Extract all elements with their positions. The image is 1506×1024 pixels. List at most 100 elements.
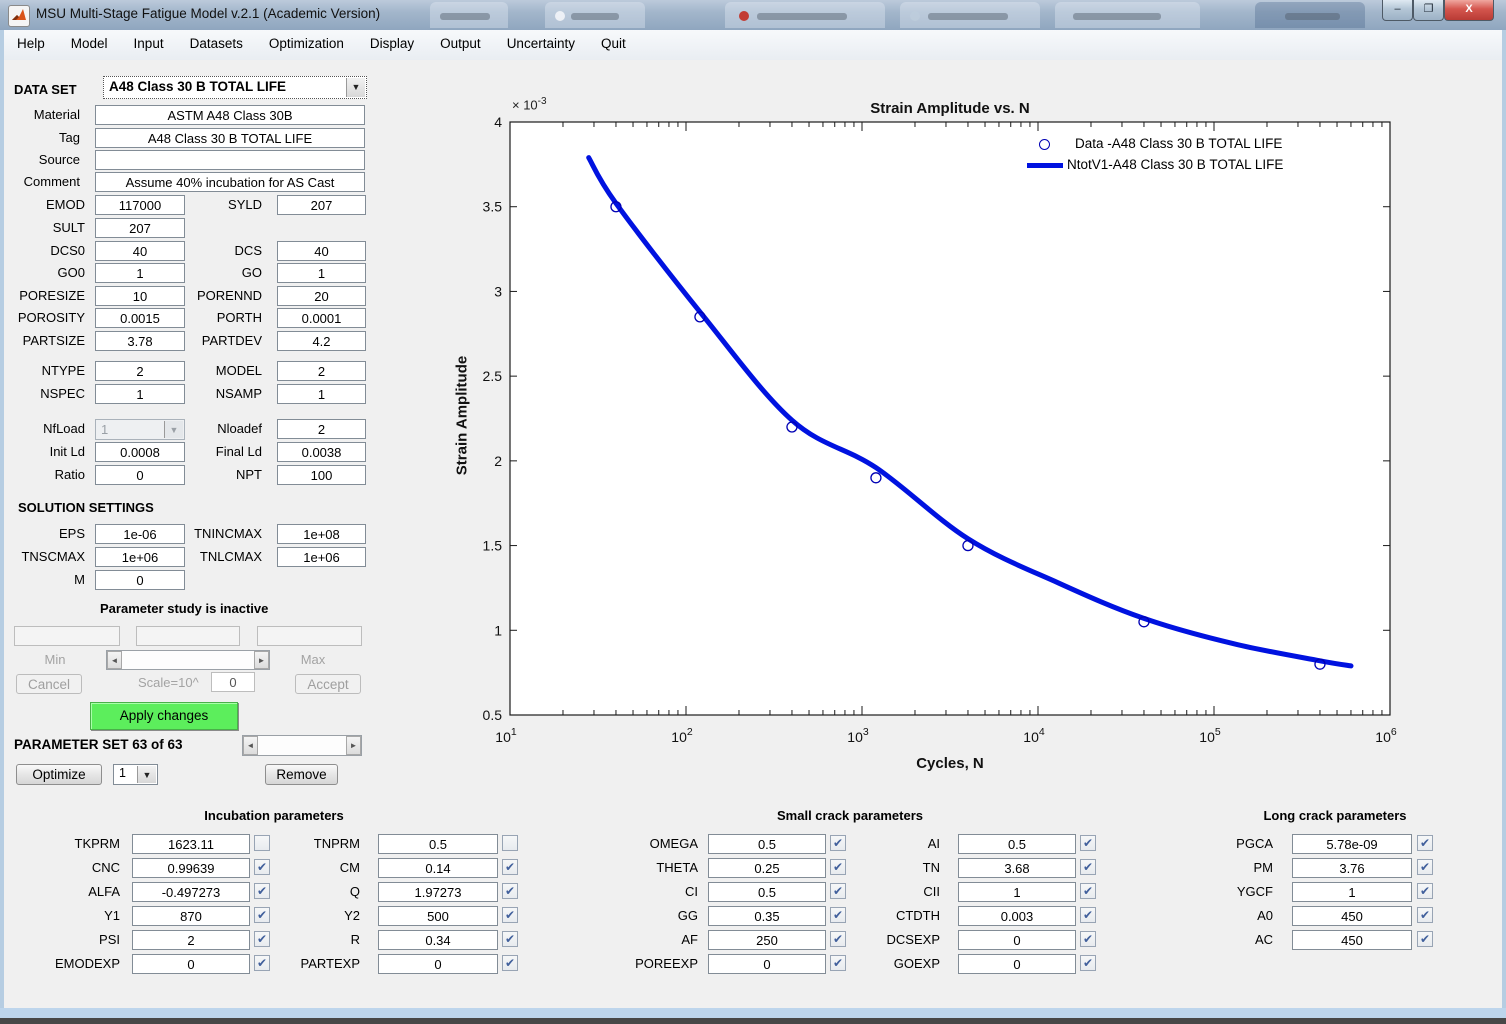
accept-button[interactable]: Accept [295, 674, 361, 694]
param-field-r[interactable] [378, 930, 498, 950]
study-min-box[interactable] [136, 626, 240, 646]
tnlcmax-field[interactable] [277, 547, 366, 567]
optimize-button[interactable]: Optimize [16, 764, 102, 785]
param-field-a0[interactable] [1292, 906, 1412, 926]
param-checkbox-q[interactable] [502, 883, 518, 899]
dataset-combobox[interactable]: A48 Class 30 B TOTAL LIFE ▼ [103, 76, 367, 99]
param-checkbox-ygcf[interactable] [1417, 883, 1433, 899]
param-field-omega[interactable] [708, 834, 826, 854]
param-field-ctdth[interactable] [958, 906, 1076, 926]
param-checkbox-tnprm[interactable] [502, 835, 518, 851]
param-field-pgca[interactable] [1292, 834, 1412, 854]
param-checkbox-a0[interactable] [1417, 907, 1433, 923]
study-max-box[interactable] [257, 626, 362, 646]
m-field[interactable] [95, 570, 185, 590]
param-checkbox-partexp[interactable] [502, 955, 518, 971]
param-field-cm[interactable] [378, 858, 498, 878]
param-checkbox-r[interactable] [502, 931, 518, 947]
param-checkbox-y2[interactable] [502, 907, 518, 923]
param-field-emodexp[interactable] [132, 954, 250, 974]
chevron-down-icon[interactable]: ▼ [137, 766, 156, 783]
go-field[interactable] [277, 263, 366, 283]
param-checkbox-pm[interactable] [1417, 859, 1433, 875]
param-field-tnprm[interactable] [378, 834, 498, 854]
chevron-down-icon[interactable]: ▼ [346, 78, 365, 97]
optimize-count-combobox[interactable]: 1 ▼ [113, 764, 158, 785]
nsamp-field[interactable] [277, 384, 366, 404]
param-field-af[interactable] [708, 930, 826, 950]
source-field[interactable] [95, 150, 365, 170]
param-field-ai[interactable] [958, 834, 1076, 854]
param-field-cii[interactable] [958, 882, 1076, 902]
menu-quit[interactable]: Quit [588, 30, 639, 51]
sult-field[interactable] [95, 218, 185, 238]
menu-optimization[interactable]: Optimization [256, 30, 357, 51]
param-field-goexp[interactable] [958, 954, 1076, 974]
maximize-button[interactable]: ❐ [1413, 0, 1444, 21]
param-field-y2[interactable] [378, 906, 498, 926]
npt-field[interactable] [277, 465, 366, 485]
menu-output[interactable]: Output [427, 30, 494, 51]
param-field-y1[interactable] [132, 906, 250, 926]
param-checkbox-ac[interactable] [1417, 931, 1433, 947]
param-field-ac[interactable] [1292, 930, 1412, 950]
param-field-partexp[interactable] [378, 954, 498, 974]
minimize-button[interactable]: – [1382, 0, 1413, 21]
param-checkbox-tn[interactable] [1080, 859, 1096, 875]
comment-field[interactable] [95, 172, 365, 192]
param-checkbox-goexp[interactable] [1080, 955, 1096, 971]
menu-uncertainty[interactable]: Uncertainty [494, 30, 588, 51]
partdev-field[interactable] [277, 331, 366, 351]
param-field-alfa[interactable] [132, 882, 250, 902]
menu-help[interactable]: Help [4, 30, 58, 51]
menu-datasets[interactable]: Datasets [177, 30, 256, 51]
study-param-box[interactable] [14, 626, 120, 646]
param-checkbox-dcsexp[interactable] [1080, 931, 1096, 947]
param-field-ygcf[interactable] [1292, 882, 1412, 902]
menu-display[interactable]: Display [357, 30, 427, 51]
param-field-pm[interactable] [1292, 858, 1412, 878]
param-checkbox-ai[interactable] [1080, 835, 1096, 851]
param-field-tn[interactable] [958, 858, 1076, 878]
porth-field[interactable] [277, 308, 366, 328]
param-field-q[interactable] [378, 882, 498, 902]
menu-model[interactable]: Model [58, 30, 121, 51]
scale-field[interactable] [211, 672, 255, 692]
apply-changes-button[interactable]: Apply changes [90, 702, 238, 730]
svg-text:106: 106 [1375, 726, 1397, 745]
tag-field[interactable] [95, 128, 365, 148]
param-checkbox-cii[interactable] [1080, 883, 1096, 899]
line-marker-icon [1027, 163, 1063, 168]
param-checkbox-cm[interactable] [502, 859, 518, 875]
param-checkbox-ctdth[interactable] [1080, 907, 1096, 923]
menu-input[interactable]: Input [121, 30, 177, 51]
material-field[interactable] [95, 105, 365, 125]
parameter-set-slider[interactable]: ◄ ► [242, 735, 362, 756]
remove-button[interactable]: Remove [265, 764, 338, 785]
porennd-field[interactable] [277, 286, 366, 306]
dcs-field[interactable] [277, 241, 366, 261]
slider-left-arrow-icon[interactable]: ◄ [107, 651, 122, 669]
close-button[interactable]: X [1444, 0, 1494, 21]
param-field-ci[interactable] [708, 882, 826, 902]
param-field-psi[interactable] [132, 930, 250, 950]
cancel-button[interactable]: Cancel [16, 674, 82, 694]
slider-right-arrow-icon[interactable]: ► [346, 736, 361, 755]
param-checkbox-pgca[interactable] [1417, 835, 1433, 851]
study-slider[interactable]: ◄ ► [106, 650, 270, 670]
param-field-tkprm[interactable] [132, 834, 250, 854]
param-field-gg[interactable] [708, 906, 826, 926]
tnincmax-field[interactable] [277, 524, 366, 544]
slider-right-arrow-icon[interactable]: ► [254, 651, 269, 669]
min-label: Min [30, 650, 80, 670]
param-field-poreexp[interactable] [708, 954, 826, 974]
param-field-cnc[interactable] [132, 858, 250, 878]
model-field[interactable] [277, 361, 366, 381]
param-field-theta[interactable] [708, 858, 826, 878]
syld-field[interactable] [277, 195, 366, 215]
finalld-field[interactable] [277, 442, 366, 462]
nloadef-field[interactable] [277, 419, 366, 439]
slider-left-arrow-icon[interactable]: ◄ [243, 736, 258, 755]
param-label-gg: GG [600, 906, 698, 926]
param-field-dcsexp[interactable] [958, 930, 1076, 950]
